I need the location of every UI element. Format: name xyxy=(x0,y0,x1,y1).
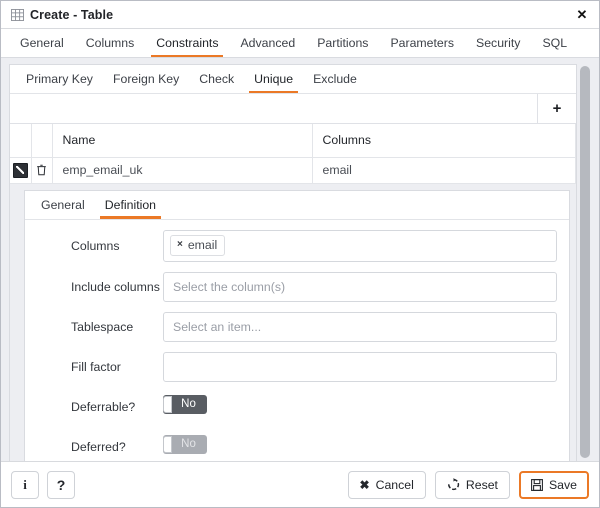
close-x-icon: ✖ xyxy=(359,477,370,492)
header-name: Name xyxy=(52,124,313,158)
footer-left-buttons: i ? xyxy=(11,470,75,499)
tablespace-select[interactable]: Select an item... xyxy=(163,311,557,342)
field-columns: Columns × email xyxy=(37,229,557,262)
subtab-foreign-key[interactable]: Foreign Key xyxy=(103,65,189,93)
help-button[interactable]: ? xyxy=(47,470,75,499)
inner-tab-definition[interactable]: Definition xyxy=(95,191,166,219)
chip-remove-icon[interactable]: × xyxy=(177,240,183,250)
fill-factor-control[interactable] xyxy=(163,351,557,382)
tab-advanced[interactable]: Advanced xyxy=(229,29,306,57)
chip-email[interactable]: × email xyxy=(170,235,226,256)
row-detail-card: General Definition Columns × email Inclu… xyxy=(24,189,570,462)
table-icon xyxy=(11,8,24,21)
save-icon xyxy=(531,478,543,491)
label-deferred: Deferred? xyxy=(71,439,126,454)
tab-columns[interactable]: Columns xyxy=(75,29,146,57)
subtab-primary-key[interactable]: Primary Key xyxy=(16,65,103,93)
header-edit-col xyxy=(10,124,32,158)
header-delete-col xyxy=(31,124,53,158)
row-delete-cell[interactable] xyxy=(31,157,53,184)
save-button[interactable]: Save xyxy=(518,470,589,499)
reset-icon xyxy=(447,478,459,491)
row-detail-area: General Definition Columns × email Inclu… xyxy=(10,183,576,462)
tab-general[interactable]: General xyxy=(9,29,75,57)
grid-toolbar: + xyxy=(10,94,576,124)
constraints-grid: Name Columns emp_email_uk email xyxy=(10,124,576,184)
grid-header-row: Name Columns xyxy=(10,124,576,158)
include-columns-control[interactable]: Select the column(s) xyxy=(163,271,557,302)
row-name: emp_email_uk xyxy=(52,157,313,184)
subtab-unique[interactable]: Unique xyxy=(244,65,303,93)
close-icon[interactable]: ✕ xyxy=(573,6,591,24)
table-row[interactable]: emp_email_uk email xyxy=(10,157,576,184)
columns-chip-input[interactable]: × email xyxy=(163,229,557,262)
reset-label: Reset xyxy=(465,477,498,492)
constraint-type-tab-bar: Primary Key Foreign Key Check Unique Exc… xyxy=(10,65,576,94)
deferred-toggle-label: No xyxy=(181,437,196,450)
subtab-exclude[interactable]: Exclude xyxy=(303,65,367,93)
tab-parameters[interactable]: Parameters xyxy=(379,29,465,57)
edit-icon[interactable] xyxy=(10,158,31,183)
page-title: Create - Table xyxy=(30,7,114,22)
label-fill-factor: Fill factor xyxy=(71,359,121,374)
trash-icon[interactable] xyxy=(32,158,52,183)
reset-button[interactable]: Reset xyxy=(434,470,510,499)
tab-sql[interactable]: SQL xyxy=(531,29,578,57)
deferred-control[interactable]: No xyxy=(163,435,557,458)
inner-tab-general[interactable]: General xyxy=(31,191,95,219)
deferrable-control[interactable]: No xyxy=(163,395,557,418)
tab-security[interactable]: Security xyxy=(465,29,531,57)
row-columns: email xyxy=(312,157,576,184)
chip-label: email xyxy=(187,238,218,252)
footer-right-buttons: ✖ Cancel Reset Save xyxy=(347,470,589,499)
label-columns: Columns xyxy=(71,238,120,253)
field-fill-factor: Fill factor xyxy=(37,351,557,382)
plus-icon: + xyxy=(552,100,562,117)
row-edit-cell[interactable] xyxy=(10,157,32,184)
main-tab-bar: General Columns Constraints Advanced Par… xyxy=(1,29,599,58)
tab-partitions[interactable]: Partitions xyxy=(306,29,379,57)
label-tablespace: Tablespace xyxy=(71,319,134,334)
deferrable-toggle-label: No xyxy=(181,397,196,410)
toggle-knob xyxy=(163,436,172,453)
toggle-knob xyxy=(163,396,172,413)
detail-tab-bar: General Definition xyxy=(25,190,569,220)
scrollbar-thumb[interactable] xyxy=(580,66,590,458)
deferrable-toggle[interactable]: No xyxy=(163,395,207,414)
dialog-footer: i ? ✖ Cancel Reset Save xyxy=(1,461,599,507)
header-columns: Columns xyxy=(312,124,576,158)
fill-factor-input[interactable] xyxy=(163,351,557,382)
field-include-columns: Include columns Select the column(s) xyxy=(37,271,557,302)
label-deferrable: Deferrable? xyxy=(71,399,136,414)
cancel-button[interactable]: ✖ Cancel xyxy=(347,470,426,499)
constraints-panel: Primary Key Foreign Key Check Unique Exc… xyxy=(9,64,577,461)
subtab-check[interactable]: Check xyxy=(189,65,244,93)
create-table-dialog: Create - Table ✕ General Columns Constra… xyxy=(0,0,600,508)
label-include-columns: Include columns xyxy=(71,279,160,294)
info-button[interactable]: i xyxy=(11,470,39,499)
dialog-body: Primary Key Foreign Key Check Unique Exc… xyxy=(1,58,599,461)
deferred-toggle[interactable]: No xyxy=(163,435,207,454)
dialog-titlebar: Create - Table ✕ xyxy=(1,1,599,29)
vertical-scrollbar[interactable] xyxy=(579,64,591,461)
grid-body: emp_email_uk email xyxy=(10,157,576,184)
field-deferred: Deferred? No xyxy=(37,432,557,462)
grid-header: Name Columns xyxy=(10,124,576,158)
field-deferrable: Deferrable? No xyxy=(37,392,557,422)
columns-control[interactable]: × email xyxy=(163,229,557,262)
tab-constraints[interactable]: Constraints xyxy=(145,29,229,57)
add-row-button[interactable]: + xyxy=(538,94,576,123)
cancel-label: Cancel xyxy=(375,477,414,492)
definition-form: Columns × email Include columns Select t… xyxy=(25,220,569,462)
info-icon: i xyxy=(23,476,27,492)
toolbar-spacer xyxy=(10,94,538,123)
help-icon: ? xyxy=(56,476,66,493)
field-tablespace: Tablespace Select an item... xyxy=(37,311,557,342)
tablespace-control[interactable]: Select an item... xyxy=(163,311,557,342)
save-label: Save xyxy=(548,477,577,492)
include-columns-input[interactable]: Select the column(s) xyxy=(163,271,557,302)
